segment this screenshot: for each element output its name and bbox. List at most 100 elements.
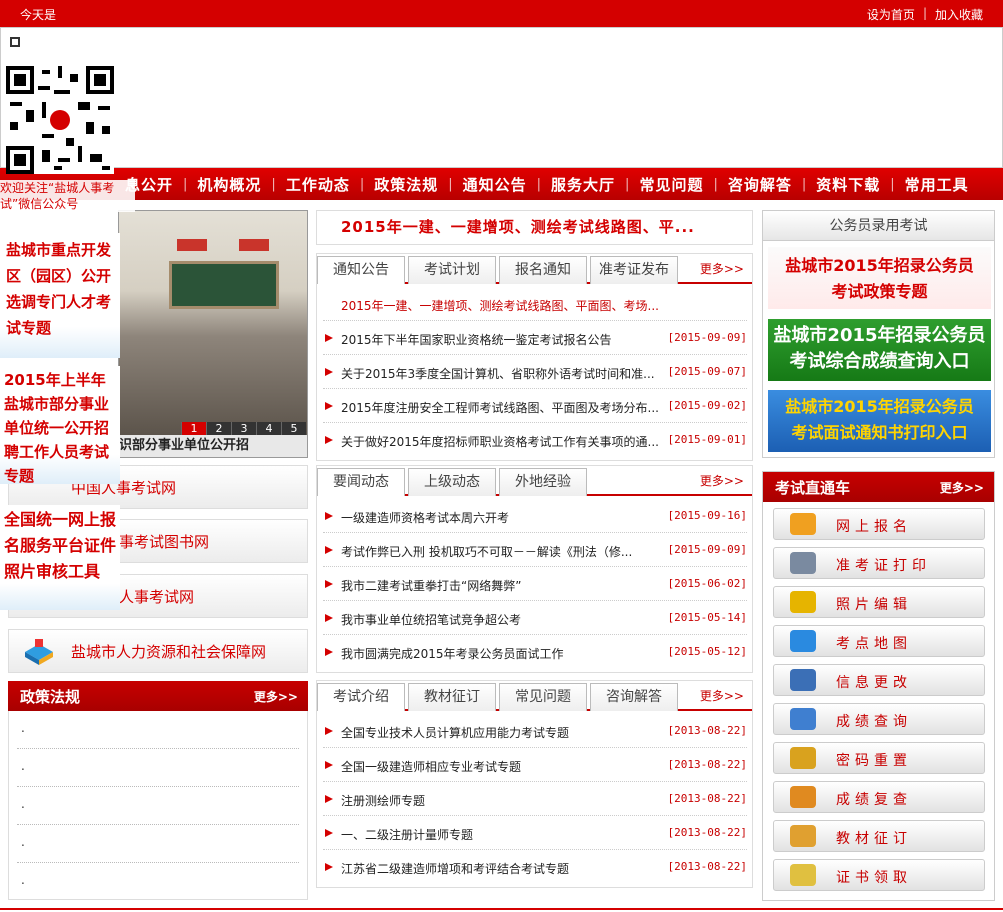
exam-express-button[interactable]: 照片编辑 xyxy=(773,586,985,618)
featured-notice-row[interactable]: 2015年一建、一建增项、测绘考试线路图、平面图、考场... xyxy=(323,287,747,321)
main-nav: 息公开 | 机构概况 | 工作动态 | 政策法规 | 通知公告 | 服务大厅 | 常见问题 |… xyxy=(0,168,1003,200)
exam-express-button[interactable]: 成绩复查 xyxy=(773,781,985,813)
table-row[interactable]: 全国专业技术人员计算机应用能力考试专题 [2013-08-22] xyxy=(323,714,747,748)
banner-line-2: 考试面试通知书打印入口 xyxy=(791,423,968,442)
policy-more-link[interactable]: 更多>> xyxy=(254,688,298,705)
nav-item-org[interactable]: 机构概况 xyxy=(187,174,271,195)
tab-textbook-order[interactable]: 教材征订 xyxy=(408,683,496,711)
exam-express-button[interactable]: 网上报名 xyxy=(773,508,985,540)
float-ad-park-talent[interactable]: 盐城市重点开发区（园区）公开选调专门人才考试专题 xyxy=(0,233,120,358)
tab-registration[interactable]: 报名通知 xyxy=(499,256,587,284)
exam-express-button[interactable]: 准考证打印 xyxy=(773,547,985,579)
exam-express-more-link[interactable]: 更多>> xyxy=(940,479,984,496)
slider-photo-blackboard xyxy=(169,261,279,309)
table-row[interactable]: 关于做好2015年度招标师职业资格考试工作有关事项的通... [2015-09-0… xyxy=(323,423,747,457)
policy-topic-banner[interactable]: 盐城市2015年招录公务员 考试政策专题 xyxy=(768,247,991,309)
tab-key-news[interactable]: 要闻动态 xyxy=(317,468,405,496)
slider-page-2[interactable]: 2 xyxy=(206,422,231,436)
news-slider[interactable]: 1 2 3 4 5 识部分事业单位公开招 xyxy=(118,210,308,458)
tab-exam-plan[interactable]: 考试计划 xyxy=(408,256,496,284)
float-ad-public-institution[interactable]: 2015年上半年盐城市部分事业单位统一公开招聘工作人员考试专题 xyxy=(0,366,120,485)
table-row[interactable]: 一级建造师资格考试本周六开考 [2015-09-16] xyxy=(323,499,747,533)
exam-express-header: 考试直通车 更多>> xyxy=(763,472,994,502)
row-text: 2015年下半年国家职业资格统一鉴定考试报名公告 xyxy=(341,333,612,347)
table-row[interactable]: 关于2015年3季度全国计算机、省职称外语考试时间和准... [2015-09-0… xyxy=(323,355,747,389)
row-date: [2015-05-12] xyxy=(667,645,747,658)
tab-notice[interactable]: 通知公告 xyxy=(317,256,405,284)
exam-express-button[interactable]: 密码重置 xyxy=(773,742,985,774)
table-row[interactable]: 我市圆满完成2015年考录公务员面试工作 [2015-05-12] xyxy=(323,635,747,669)
notice-panel: 通知公告 考试计划 报名通知 准考证发布 更多>> 2015年一建、一建增项、测… xyxy=(316,253,753,461)
tab-consult[interactable]: 咨询解答 xyxy=(590,683,678,711)
slider-page-4[interactable]: 4 xyxy=(256,422,281,436)
exam-express-button-label: 密码重置 xyxy=(836,753,912,769)
exam-express-button[interactable]: 教材征订 xyxy=(773,820,985,852)
row-date: [2015-06-02] xyxy=(667,577,747,590)
slider-page-1[interactable]: 1 xyxy=(181,422,206,436)
table-row[interactable]: 我市事业单位统招笔试竞争超公考 [2015-05-14] xyxy=(323,601,747,635)
list-item[interactable]: . xyxy=(17,787,299,825)
table-row[interactable]: 考试作弊已入刑 投机取巧不可取－－解读《刑法（修... [2015-09-09] xyxy=(323,533,747,567)
list-item[interactable]: . xyxy=(17,711,299,749)
tab-other-cities[interactable]: 外地经验 xyxy=(499,468,587,496)
table-row[interactable]: 一、二级注册计量师专题 [2013-08-22] xyxy=(323,816,747,850)
add-favorite-link[interactable]: 加入收藏 xyxy=(935,6,983,23)
topics-more-link[interactable]: 更多>> xyxy=(700,687,744,704)
score-query-banner[interactable]: 盐城市2015年招录公务员 考试综合成绩查询入口 xyxy=(768,319,991,381)
top-bar: 今天是 设为首页 | 加入收藏 xyxy=(0,0,1003,27)
table-row[interactable]: 我市二建考试重拳打击“网络舞弊” [2015-06-02] xyxy=(323,567,747,601)
slider-page-3[interactable]: 3 xyxy=(231,422,256,436)
row-text: 江苏省二级建造师增项和考评结合考试专题 xyxy=(341,862,570,876)
exam-express-button[interactable]: 证书领取 xyxy=(773,859,985,891)
nav-item-tools[interactable]: 常用工具 xyxy=(895,174,979,195)
slider-page-5[interactable]: 5 xyxy=(281,422,306,436)
exam-express-title: 考试直通车 xyxy=(775,479,851,497)
list-item-text: . xyxy=(21,721,25,735)
notice-more-link[interactable]: 更多>> xyxy=(700,260,744,277)
slider-caption[interactable]: 识部分事业单位公开招 xyxy=(119,435,307,457)
bullet-arrow-icon xyxy=(325,863,333,871)
exam-express-button[interactable]: 考点地图 xyxy=(773,625,985,657)
table-row[interactable]: 江苏省二级建造师增项和考评结合考试专题 [2013-08-22] xyxy=(323,850,747,884)
tab-exam-intro[interactable]: 考试介绍 xyxy=(317,683,405,711)
news-panel: 要闻动态 上级动态 外地经验 更多>> 一级建造师资格考试本周六开考 [2015-… xyxy=(316,465,753,673)
row-date: [2015-09-09] xyxy=(667,331,747,344)
list-item[interactable]: . xyxy=(17,863,299,901)
nav-item-consult[interactable]: 咨询解答 xyxy=(718,174,802,195)
table-row[interactable]: 2015年度注册安全工程师考试线路图、平面图及考场分布... [2015-09-0… xyxy=(323,389,747,423)
exam-express-button[interactable]: 成绩查询 xyxy=(773,703,985,735)
tab-faq[interactable]: 常见问题 xyxy=(499,683,587,711)
interview-notice-banner[interactable]: 盐城市2015年招录公务员 考试面试通知书打印入口 xyxy=(768,390,991,452)
headline-link[interactable]: 2015年一建、一建增项、测绘考试线路图、平... xyxy=(316,210,753,245)
nav-item-work-news[interactable]: 工作动态 xyxy=(276,174,360,195)
set-homepage-link[interactable]: 设为首页 xyxy=(867,6,915,23)
nav-item-policy[interactable]: 政策法规 xyxy=(364,174,448,195)
row-date: [2013-08-22] xyxy=(667,860,747,873)
nav-divider: | xyxy=(183,176,188,192)
certificate-icon xyxy=(790,864,816,886)
exam-express-button-label: 考点地图 xyxy=(836,636,912,652)
row-text: 我市圆满完成2015年考录公务员面试工作 xyxy=(341,647,564,661)
table-row[interactable]: 全国一级建造师相应专业考试专题 [2013-08-22] xyxy=(323,748,747,782)
link-hrss[interactable]: 盐城市人力资源和社会保障网 xyxy=(8,629,308,673)
footer-line xyxy=(0,908,1003,910)
nav-item-faq[interactable]: 常见问题 xyxy=(629,174,713,195)
exam-express-button-label: 成绩查询 xyxy=(836,714,912,730)
tab-admission-ticket[interactable]: 准考证发布 xyxy=(590,256,678,284)
tab-superior-news[interactable]: 上级动态 xyxy=(408,468,496,496)
bullet-arrow-icon xyxy=(325,648,333,656)
row-text: 考试作弊已入刑 投机取巧不可取－－解读《刑法（修... xyxy=(341,545,633,559)
nav-item-notice[interactable]: 通知公告 xyxy=(453,174,537,195)
row-date: [2013-08-22] xyxy=(667,758,747,771)
list-item[interactable]: . xyxy=(17,825,299,863)
row-text: 注册测绘师专题 xyxy=(341,794,426,808)
table-row[interactable]: 注册测绘师专题 [2013-08-22] xyxy=(323,782,747,816)
float-ad-photo-tool[interactable]: 全国统一网上报名服务平台证件照片审核工具 xyxy=(0,505,120,610)
list-item[interactable]: . xyxy=(17,749,299,787)
table-row[interactable]: 2015年下半年国家职业资格统一鉴定考试报名公告 [2015-09-09] xyxy=(323,321,747,355)
nav-item-download[interactable]: 资料下载 xyxy=(806,174,890,195)
exam-express-button[interactable]: 信息更改 xyxy=(773,664,985,696)
row-text: 我市事业单位统招笔试竞争超公考 xyxy=(341,613,522,627)
news-more-link[interactable]: 更多>> xyxy=(700,472,744,489)
nav-item-service-hall[interactable]: 服务大厅 xyxy=(541,174,625,195)
